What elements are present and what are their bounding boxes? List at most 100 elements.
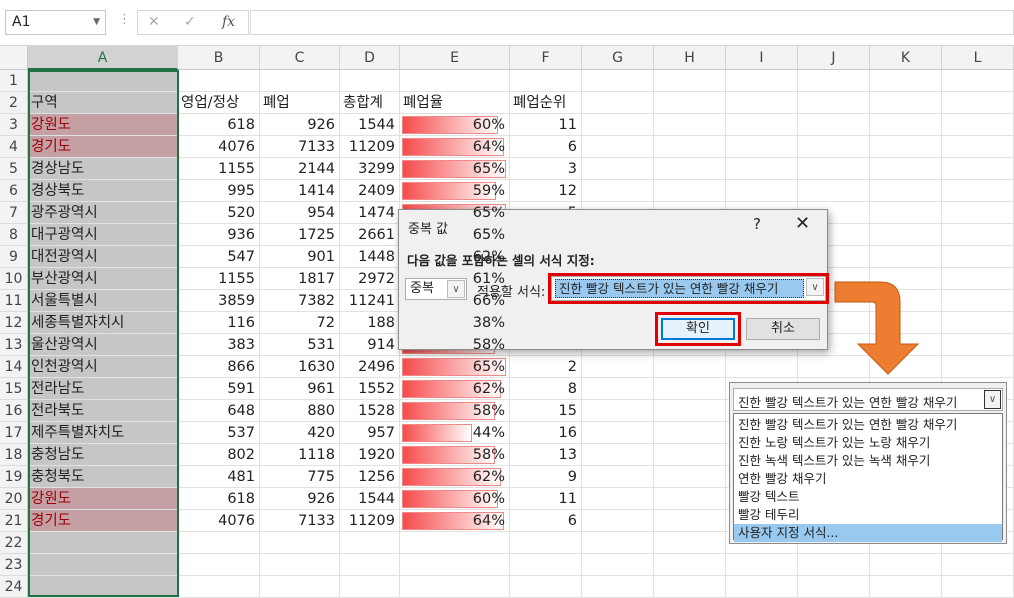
- cell-h[interactable]: [654, 422, 726, 444]
- format-option[interactable]: 진한 빨강 텍스트가 있는 연한 빨강 채우기: [734, 416, 1002, 434]
- cell-k[interactable]: [870, 576, 942, 598]
- cell-d[interactable]: 11209: [340, 510, 400, 532]
- cell-a[interactable]: 구역: [28, 92, 178, 114]
- row-header[interactable]: 10: [0, 268, 28, 290]
- cell-j[interactable]: [798, 180, 870, 202]
- cell-g[interactable]: [582, 158, 654, 180]
- cell-c[interactable]: 폐업: [260, 92, 340, 114]
- row-header[interactable]: 13: [0, 334, 28, 356]
- cell-b[interactable]: 1155: [178, 158, 260, 180]
- cell-c[interactable]: 7133: [260, 510, 340, 532]
- format-select-zoom[interactable]: 진한 빨강 텍스트가 있는 연한 빨강 채우기 ∨: [733, 388, 1003, 411]
- cell-g[interactable]: [582, 92, 654, 114]
- row-header[interactable]: 6: [0, 180, 28, 202]
- cell-h[interactable]: [654, 576, 726, 598]
- row-header[interactable]: 14: [0, 356, 28, 378]
- cell-l[interactable]: [942, 202, 1014, 224]
- row-header[interactable]: 20: [0, 488, 28, 510]
- cell-d[interactable]: 총합계: [340, 92, 400, 114]
- cell-j[interactable]: [798, 554, 870, 576]
- chevron-down-icon[interactable]: ∨: [984, 390, 1001, 409]
- cell-d[interactable]: 1920: [340, 444, 400, 466]
- format-option[interactable]: 진한 노랑 텍스트가 있는 노랑 채우기: [734, 434, 1002, 452]
- cell-e[interactable]: 58%: [400, 444, 510, 466]
- cell-i[interactable]: [726, 554, 798, 576]
- row-header[interactable]: 19: [0, 466, 28, 488]
- cell-d[interactable]: 1474: [340, 202, 400, 224]
- cell-l[interactable]: [942, 268, 1014, 290]
- cell-d[interactable]: 11241: [340, 290, 400, 312]
- cell-b[interactable]: [178, 70, 260, 92]
- cell-c[interactable]: [260, 576, 340, 598]
- chevron-down-icon[interactable]: ∨: [806, 278, 824, 296]
- column-header-a[interactable]: A: [28, 46, 178, 70]
- cell-c[interactable]: 2144: [260, 158, 340, 180]
- cell-e[interactable]: 65%: [400, 158, 510, 180]
- cell-a[interactable]: [28, 532, 178, 554]
- cell-e[interactable]: 44%: [400, 422, 510, 444]
- cell-d[interactable]: 914: [340, 334, 400, 356]
- row-header[interactable]: 15: [0, 378, 28, 400]
- cell-a[interactable]: 부산광역시: [28, 268, 178, 290]
- cell-j[interactable]: [798, 158, 870, 180]
- cell-b[interactable]: 4076: [178, 136, 260, 158]
- cell-a[interactable]: [28, 576, 178, 598]
- cell-c[interactable]: 72: [260, 312, 340, 334]
- select-all-corner[interactable]: [0, 46, 28, 70]
- column-header-g[interactable]: G: [582, 46, 654, 70]
- cell-k[interactable]: [870, 180, 942, 202]
- cell-d[interactable]: 2972: [340, 268, 400, 290]
- column-header-i[interactable]: I: [726, 46, 798, 70]
- cell-b[interactable]: 936: [178, 224, 260, 246]
- cell-h[interactable]: [654, 400, 726, 422]
- cell-e[interactable]: 62%: [400, 466, 510, 488]
- cell-h[interactable]: [654, 532, 726, 554]
- cell-k[interactable]: [870, 202, 942, 224]
- cell-e[interactable]: 60%: [400, 488, 510, 510]
- column-header-c[interactable]: C: [260, 46, 340, 70]
- cell-l[interactable]: [942, 158, 1014, 180]
- cell-a[interactable]: [28, 554, 178, 576]
- cell-a[interactable]: 대전광역시: [28, 246, 178, 268]
- cell-h[interactable]: [654, 92, 726, 114]
- cell-e[interactable]: 60%: [400, 114, 510, 136]
- cell-f[interactable]: 16: [510, 422, 582, 444]
- duplicate-unique-select[interactable]: 중복 ∨: [405, 278, 467, 300]
- column-header-h[interactable]: H: [654, 46, 726, 70]
- cell-d[interactable]: [340, 554, 400, 576]
- cell-g[interactable]: [582, 180, 654, 202]
- cell-b[interactable]: 383: [178, 334, 260, 356]
- cell-k[interactable]: [870, 158, 942, 180]
- cell-c[interactable]: 531: [260, 334, 340, 356]
- cell-c[interactable]: 1414: [260, 180, 340, 202]
- cell-h[interactable]: [654, 114, 726, 136]
- column-header-b[interactable]: B: [178, 46, 260, 70]
- cell-b[interactable]: 618: [178, 114, 260, 136]
- cell-g[interactable]: [582, 510, 654, 532]
- cell-e[interactable]: 폐업율: [400, 92, 510, 114]
- cell-b[interactable]: 영업/정상: [178, 92, 260, 114]
- cell-e[interactable]: [400, 532, 510, 554]
- cell-l[interactable]: [942, 290, 1014, 312]
- cell-c[interactable]: 926: [260, 114, 340, 136]
- cell-h[interactable]: [654, 554, 726, 576]
- cell-c[interactable]: [260, 532, 340, 554]
- cell-b[interactable]: 648: [178, 400, 260, 422]
- row-header[interactable]: 22: [0, 532, 28, 554]
- cell-b[interactable]: 537: [178, 422, 260, 444]
- help-icon[interactable]: ?: [753, 215, 761, 233]
- cell-f[interactable]: [510, 554, 582, 576]
- cell-h[interactable]: [654, 488, 726, 510]
- row-header[interactable]: 4: [0, 136, 28, 158]
- cell-c[interactable]: 954: [260, 202, 340, 224]
- cell-b[interactable]: 802: [178, 444, 260, 466]
- cell-e[interactable]: 65%: [400, 356, 510, 378]
- cell-i[interactable]: [726, 576, 798, 598]
- cell-h[interactable]: [654, 356, 726, 378]
- cell-d[interactable]: [340, 532, 400, 554]
- cell-d[interactable]: 1256: [340, 466, 400, 488]
- cell-l[interactable]: [942, 246, 1014, 268]
- cell-e[interactable]: [400, 554, 510, 576]
- cell-f[interactable]: 9: [510, 466, 582, 488]
- cell-l[interactable]: [942, 576, 1014, 598]
